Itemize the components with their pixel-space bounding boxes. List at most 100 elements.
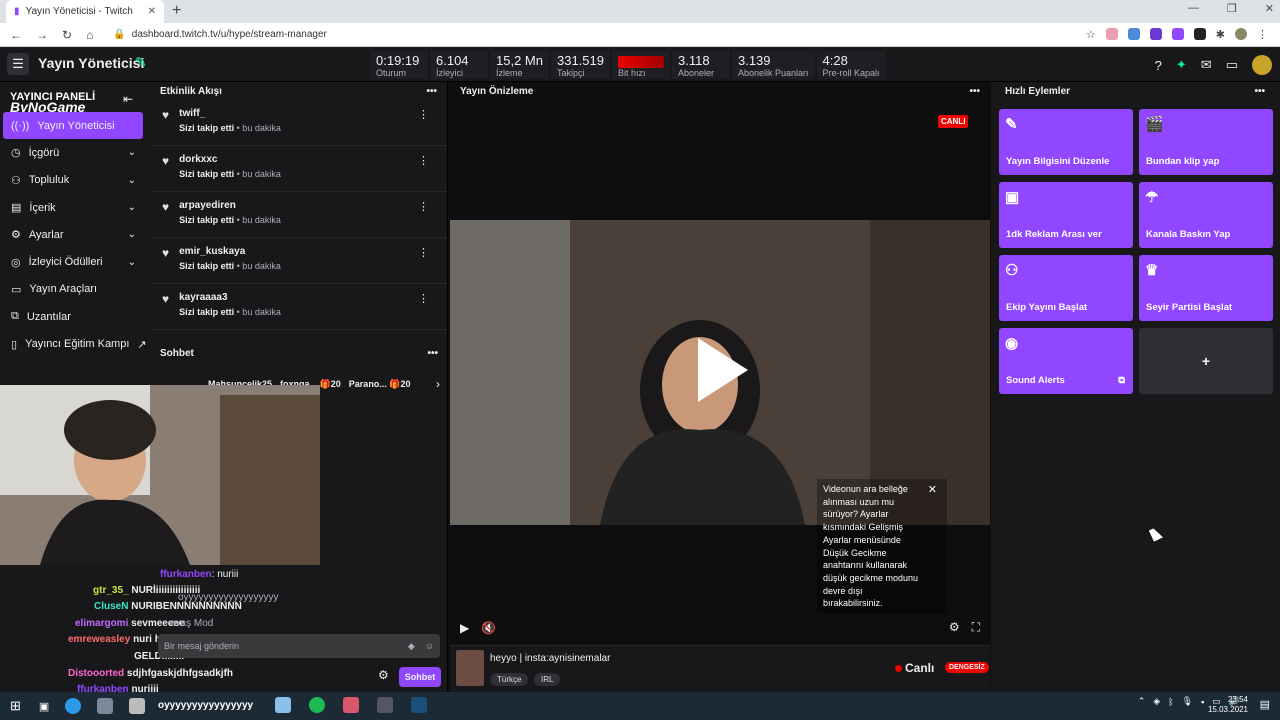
sidebar-item-bootcamp[interactable]: ▯ Yayıncı Eğitim Kampı ↗: [0, 330, 150, 357]
microphone-icon[interactable]: 🎙: [1182, 696, 1193, 707]
raid-icon: ☂: [1145, 189, 1159, 206]
star-icon[interactable]: ☆: [1086, 28, 1096, 41]
extension-icon[interactable]: [1171, 28, 1184, 40]
add-quick-action-button[interactable]: +: [1139, 328, 1273, 394]
notifications-icon[interactable]: ▤: [1260, 698, 1270, 711]
mail-icon[interactable]: ✉: [1201, 57, 1212, 73]
system-clock[interactable]: 23:54 15.03.2021: [1208, 695, 1248, 715]
tag-turkish[interactable]: Türkçe: [490, 673, 529, 686]
minimize-icon[interactable]: —: [1188, 2, 1199, 15]
lock-icon: 🔒: [113, 29, 126, 40]
kebab-menu-icon[interactable]: ⋮: [418, 246, 429, 259]
kebab-menu-icon[interactable]: ⋮: [418, 200, 429, 213]
whisper-icon[interactable]: ▭: [1226, 57, 1238, 73]
extension-icon[interactable]: [1149, 28, 1162, 40]
app-icon[interactable]: [97, 698, 114, 714]
bits-icon[interactable]: ◆: [408, 641, 415, 652]
sidebar-item-stream-manager[interactable]: ((·)) Yayın Yöneticisi: [3, 112, 143, 140]
quick-action-sound-alerts[interactable]: ◉ Sound Alerts ⧉: [999, 328, 1133, 394]
puzzle-icon[interactable]: ✱: [1216, 28, 1225, 41]
tray-icon[interactable]: ▪: [1201, 697, 1204, 707]
hamburger-menu-icon[interactable]: ☰: [7, 53, 29, 75]
avatar[interactable]: [1252, 55, 1272, 75]
chevron-down-icon: ⌄: [127, 256, 136, 268]
more-options-icon[interactable]: •••: [1254, 86, 1265, 97]
forward-icon[interactable]: →: [36, 28, 48, 42]
more-options-icon[interactable]: •••: [427, 348, 438, 359]
spotify-icon[interactable]: [309, 697, 325, 713]
sidebar-item-settings[interactable]: ⚙ Ayarlar ⌄: [0, 221, 150, 248]
tray-chevron-icon[interactable]: ⌃: [1138, 696, 1146, 707]
collapse-sidebar-icon[interactable]: ⇤: [123, 92, 133, 106]
kebab-menu-icon[interactable]: ⋮: [418, 154, 429, 167]
sidebar-item-extensions[interactable]: ⧉ Uzantılar: [0, 303, 150, 330]
kebab-menu-icon[interactable]: ⋮: [418, 108, 429, 121]
sidebar-item-tools[interactable]: ▭ Yayın Araçları: [0, 276, 150, 303]
help-icon[interactable]: ?: [1155, 58, 1162, 73]
chat-settings-icon[interactable]: ⚙: [378, 668, 389, 682]
more-options-icon[interactable]: •••: [969, 86, 980, 97]
bootcamp-icon: ▯: [11, 338, 18, 351]
chat-input[interactable]: Bir mesaj gönderin ◆ ☺: [158, 634, 440, 658]
chevron-down-icon: ⌄: [127, 147, 136, 159]
app-icon[interactable]: [343, 697, 359, 713]
home-icon[interactable]: ⌂: [86, 28, 93, 42]
webcam-image: [0, 385, 320, 565]
extension-icon[interactable]: [1193, 28, 1206, 40]
new-tab-icon[interactable]: +: [172, 2, 181, 20]
quick-action-edit-info[interactable]: ✎ Yayın Bilgisini Düzenle: [999, 109, 1133, 175]
chevron-right-icon[interactable]: ›: [436, 377, 440, 391]
quick-action-ad-break[interactable]: ▣ 1dk Reklam Arası ver: [999, 182, 1133, 248]
extension-icon[interactable]: [1127, 28, 1140, 40]
taskbar-overlay-text: oyyyyyyyyyyyyyyyy: [158, 700, 254, 711]
sidebar-item-rewards[interactable]: ◎ İzleyici Ödülleri ⌄: [0, 248, 150, 275]
mute-icon[interactable]: 🔇: [481, 621, 496, 635]
bluetooth-icon[interactable]: ᛒ: [1168, 697, 1173, 707]
tray-icon[interactable]: ◈: [1153, 696, 1160, 707]
task-view-icon[interactable]: ▣: [39, 700, 49, 713]
quick-action-watch-party[interactable]: ♛ Seyir Partisi Başlat: [1139, 255, 1273, 321]
latency-tooltip: ✕ Videonun ara belleğe alınması uzun mu …: [817, 479, 947, 615]
player-controls: ▶ 🔇 ⚙ ⛶: [460, 620, 980, 635]
quick-action-clip[interactable]: 🎬 Bundan klip yap: [1139, 109, 1273, 175]
sidebar-item-content[interactable]: ▤ İçerik ⌄: [0, 194, 150, 221]
app-icon[interactable]: [377, 697, 393, 713]
play-small-icon[interactable]: ▶: [460, 621, 469, 635]
play-icon[interactable]: [698, 338, 748, 402]
settings-icon: ⚙: [11, 229, 21, 242]
app-icon[interactable]: [129, 698, 146, 714]
steam-icon[interactable]: [411, 697, 427, 713]
edge-icon[interactable]: [65, 698, 82, 714]
sidebar-item-insights[interactable]: ◷ İçgörü ⌄: [0, 139, 150, 166]
extension-icon[interactable]: [1105, 28, 1118, 40]
back-icon[interactable]: ←: [10, 28, 22, 42]
tools-icon: ▭: [11, 283, 22, 296]
tag-irl[interactable]: IRL: [534, 673, 561, 686]
url-field[interactable]: 🔒 dashboard.twitch.tv/u/hype/stream-mana…: [113, 29, 327, 40]
windows-start-icon[interactable]: ⊞: [10, 698, 21, 714]
profile-icon[interactable]: [1235, 28, 1247, 40]
player-settings-icon[interactable]: ⚙: [949, 620, 960, 635]
gift-user[interactable]: Parano... 🎁20: [349, 379, 411, 390]
kebab-menu-icon[interactable]: ⋮: [418, 292, 429, 305]
emote-icon[interactable]: ☺: [425, 641, 434, 651]
maximize-icon[interactable]: ❐: [1227, 2, 1237, 15]
quick-action-squad[interactable]: ⚇ Ekip Yayını Başlat: [999, 255, 1133, 321]
fullscreen-icon[interactable]: ⛶: [972, 620, 980, 635]
reload-icon[interactable]: ↻: [62, 28, 72, 42]
tooltip-text: Videonun ara belleğe alınması uzun mu sü…: [823, 484, 919, 609]
chat-title: Sohbet: [160, 347, 194, 359]
quick-action-raid[interactable]: ☂ Kanala Baskın Yap: [1139, 182, 1273, 248]
sound-alerts-icon: ◉: [1005, 335, 1019, 352]
close-window-icon[interactable]: ✕: [1265, 2, 1274, 15]
close-icon[interactable]: ✕: [928, 484, 937, 497]
sidebar-item-community[interactable]: ⚇ Topluluk ⌄: [0, 167, 150, 194]
edit-layout-icon[interactable]: ✎: [135, 54, 147, 71]
chat-send-button[interactable]: Sohbet: [399, 667, 441, 687]
browser-menu-icon[interactable]: ⋮: [1257, 28, 1268, 41]
extensions-sparkle-icon[interactable]: ✦: [1176, 57, 1187, 73]
browser-tab[interactable]: ▮ Yayın Yöneticisi - Twitch ✕: [6, 0, 164, 23]
more-options-icon[interactable]: •••: [426, 86, 437, 97]
app-icon[interactable]: [275, 697, 291, 713]
close-tab-icon[interactable]: ✕: [148, 6, 156, 17]
